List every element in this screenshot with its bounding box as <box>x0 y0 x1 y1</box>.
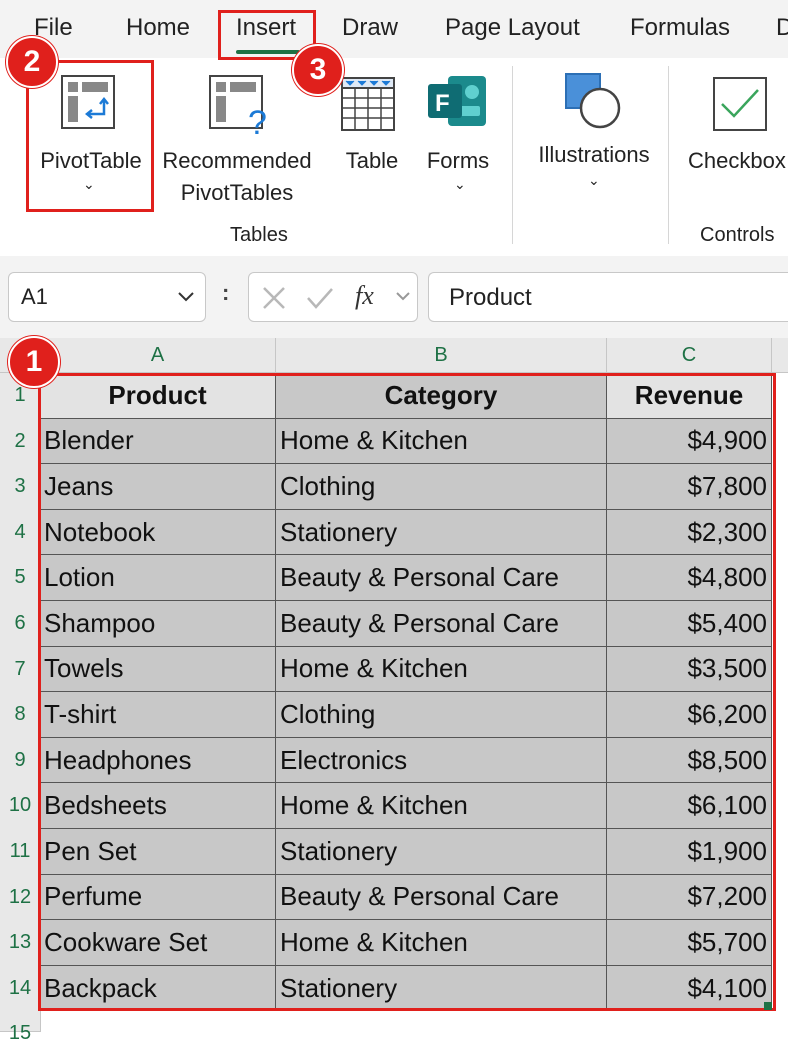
ribbon-separator <box>512 66 513 244</box>
forms-icon: F <box>428 76 486 126</box>
cancel-icon[interactable] <box>261 285 287 311</box>
formula-input[interactable]: Product <box>428 272 788 322</box>
row-header[interactable]: 8 <box>0 692 41 739</box>
recommended-pivottables-button[interactable]: ? Recommended PivotTables <box>156 64 318 210</box>
formula-bar-area: A1 : fx Product <box>0 256 788 338</box>
row-header[interactable]: 11 <box>0 829 41 876</box>
column-header-a[interactable]: A <box>40 338 276 373</box>
forms-label: Forms <box>426 148 490 173</box>
callout-badge-1: 1 <box>8 336 60 388</box>
svg-text:?: ? <box>248 104 267 136</box>
column-header-c[interactable]: C <box>607 338 772 373</box>
chevron-down-icon[interactable] <box>177 291 195 303</box>
illustrations-button[interactable]: Illustrations ⌄ <box>524 64 664 204</box>
tab-data-partial[interactable]: D <box>776 14 788 42</box>
formula-buttons: fx <box>248 272 418 322</box>
name-box-value: A1 <box>21 284 48 309</box>
column-header-b[interactable]: B <box>276 338 607 373</box>
spreadsheet-grid: A B C 1 2 3 4 5 6 7 8 9 10 11 12 13 14 15 Product Categ… <box>0 338 788 1044</box>
row-header[interactable]: 5 <box>0 555 41 602</box>
formula-bar-splitter[interactable]: : <box>222 280 229 306</box>
table-label: Table <box>345 148 399 173</box>
selection-highlight-box <box>38 373 776 1011</box>
tab-formulas[interactable]: Formulas <box>630 14 730 42</box>
tab-page-layout[interactable]: Page Layout <box>445 14 580 42</box>
svg-text:F: F <box>435 90 450 117</box>
recommended-pivottables-icon: ? <box>209 75 267 136</box>
checkbox-button[interactable]: Checkbox <box>682 64 788 204</box>
table-icon <box>341 77 395 131</box>
function-chevron-icon[interactable] <box>395 291 411 303</box>
table-button[interactable]: Table <box>332 64 402 210</box>
tab-draw[interactable]: Draw <box>342 14 398 42</box>
row-header[interactable]: 2 <box>0 418 41 466</box>
row-header[interactable]: 12 <box>0 874 41 922</box>
insert-function-icon[interactable]: fx <box>355 281 374 311</box>
callout-badge-3: 3 <box>292 44 344 96</box>
illustrations-label: Illustrations <box>538 142 650 167</box>
checkbox-icon <box>713 77 767 131</box>
row-header[interactable]: 15 <box>0 1011 41 1044</box>
row-header[interactable]: 6 <box>0 601 41 648</box>
callout-badge-2: 2 <box>6 36 58 88</box>
column-header-d-partial[interactable] <box>772 338 788 373</box>
illustrations-icon <box>565 73 621 129</box>
recommended-label-line1: Recommended <box>162 148 312 173</box>
forms-chevron-icon: ⌄ <box>454 176 466 192</box>
illustrations-chevron-icon: ⌄ <box>588 172 600 188</box>
checkbox-label: Checkbox <box>688 148 786 173</box>
enter-check-icon[interactable] <box>305 285 335 311</box>
forms-button[interactable]: F Forms ⌄ <box>416 64 500 210</box>
row-header[interactable]: 10 <box>0 783 41 830</box>
row-header[interactable]: 7 <box>0 646 41 694</box>
row-header[interactable]: 3 <box>0 464 41 511</box>
recommended-label-line2: PivotTables <box>180 180 294 205</box>
row-header[interactable]: 14 <box>0 965 41 1013</box>
row-header[interactable]: 4 <box>0 509 41 557</box>
name-box[interactable]: A1 <box>8 272 206 322</box>
row-header[interactable]: 13 <box>0 920 41 967</box>
group-label-controls: Controls <box>700 224 775 246</box>
ribbon-separator-2 <box>668 66 669 244</box>
row-header[interactable]: 9 <box>0 737 41 785</box>
group-label-tables: Tables <box>230 224 288 246</box>
tab-home[interactable]: Home <box>126 14 190 42</box>
fill-handle[interactable] <box>764 1002 772 1010</box>
menu-bar: File Home Insert Draw Page Layout Formul… <box>0 0 788 58</box>
formula-content: Product <box>449 284 532 311</box>
